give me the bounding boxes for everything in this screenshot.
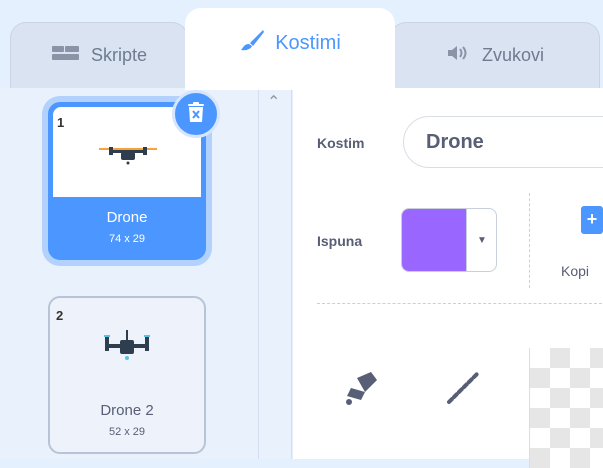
divider — [317, 303, 603, 304]
paintbrush-icon — [239, 28, 265, 58]
tab-strip: Skripte Kostimi Zvukovi — [0, 0, 603, 90]
drone-image — [104, 330, 150, 360]
tab-costumes[interactable]: Kostimi — [185, 8, 395, 90]
tab-scripts[interactable]: Skripte — [10, 22, 188, 88]
delete-costume-button[interactable] — [172, 90, 220, 138]
line-icon — [443, 368, 483, 413]
trash-icon — [186, 101, 206, 128]
costume-thumbnail — [52, 300, 202, 390]
speaker-icon — [446, 43, 472, 68]
costume-size: 52 x 29 — [108, 426, 146, 438]
costume-item-drone-2[interactable]: 2 Drone 2 52 x 29 — [48, 296, 206, 454]
fill-color-swatch — [402, 209, 466, 271]
costume-name: Drone 2 — [100, 402, 154, 419]
tab-costumes-label: Kostimi — [275, 31, 341, 54]
costume-name: Drone — [106, 209, 148, 226]
fill-tool-button[interactable] — [337, 366, 385, 414]
paint-bucket-icon — [341, 370, 381, 411]
line-tool-button[interactable] — [439, 366, 487, 414]
caret-down-icon: ▼ — [466, 209, 496, 271]
paint-canvas[interactable] — [529, 348, 603, 468]
scrollbar[interactable]: ⌃ — [258, 88, 292, 459]
fill-color-picker[interactable]: ▼ — [401, 208, 497, 272]
code-blocks-icon — [51, 43, 81, 68]
costume-name-label: Kostim — [317, 135, 365, 151]
copy-icon[interactable]: + — [581, 206, 603, 234]
divider — [529, 193, 530, 288]
copy-button-label: Kopi — [561, 263, 590, 279]
costume-size: 74 x 29 — [108, 233, 146, 245]
tab-sounds-label: Zvukovi — [481, 45, 544, 65]
costume-editor: Kostim Ispuna ▼ + Kopi — [293, 88, 603, 468]
tab-scripts-label: Skripte — [90, 45, 148, 65]
chevron-up-icon[interactable]: ⌃ — [267, 92, 280, 112]
tab-sounds[interactable]: Zvukovi — [390, 22, 600, 88]
costume-number: 2 — [56, 308, 64, 323]
costume-name-input[interactable] — [403, 116, 603, 168]
fill-label: Ispuna — [317, 233, 363, 249]
costume-number: 1 — [57, 115, 65, 130]
